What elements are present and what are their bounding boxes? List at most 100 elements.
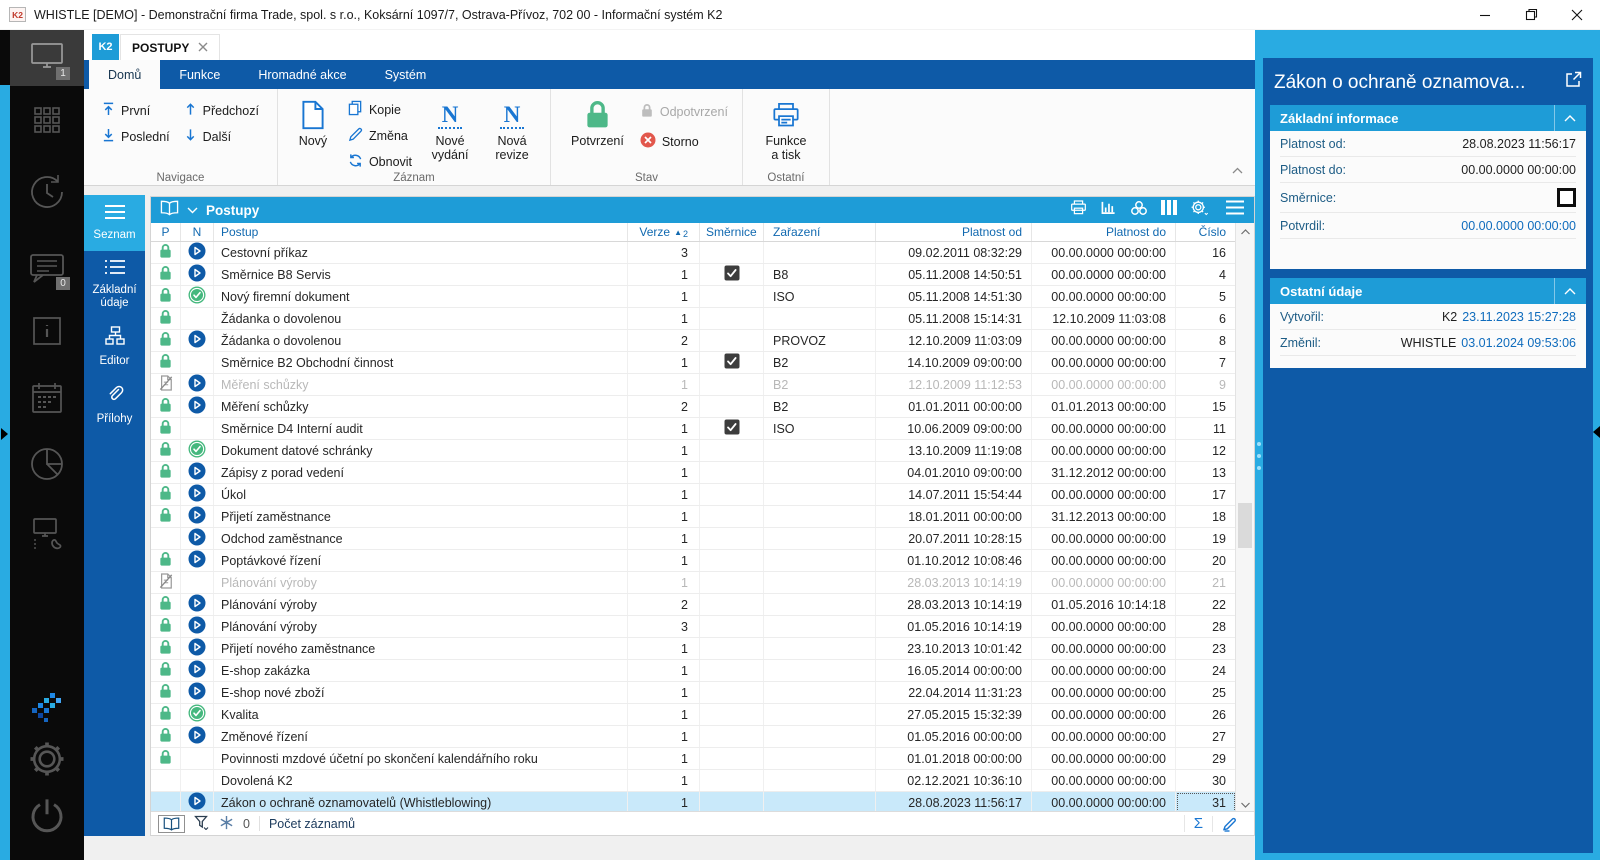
sum-button[interactable]: Σ	[1183, 815, 1212, 832]
column-header-n[interactable]: N	[181, 223, 214, 241]
column-header-platnost-od[interactable]: Platnost od	[876, 223, 1032, 241]
table-row[interactable]: Směrnice B2 Obchodní činnost 1 B2 14.10.200…	[151, 352, 1236, 374]
rail-item-reports[interactable]	[10, 442, 84, 490]
table-row[interactable]: Žádanka o dovolenou 2 PROVOZ 12.10.2009 11:…	[151, 330, 1236, 352]
ribbon-tab-domu[interactable]: Domů	[89, 60, 161, 89]
collapse-section-icon[interactable]	[1554, 105, 1576, 131]
column-header-smernice[interactable]: Směrnice	[700, 223, 764, 241]
column-header-platnost-do[interactable]: Platnost do	[1032, 223, 1176, 241]
new-button[interactable]: Nový	[288, 94, 338, 148]
collapse-section-icon[interactable]	[1554, 278, 1576, 304]
column-header-p[interactable]: P	[151, 223, 181, 241]
filter-icon[interactable]	[194, 815, 210, 833]
restore-button[interactable]	[1508, 0, 1554, 29]
rail-expand-arrow[interactable]	[1, 428, 8, 440]
close-button[interactable]	[1554, 0, 1600, 29]
edit-pencil-button[interactable]	[1212, 815, 1247, 832]
book-icon[interactable]	[160, 200, 179, 221]
rail-item-messages[interactable]: 0	[10, 246, 84, 296]
side-nav-prilohy[interactable]: Přílohy	[84, 376, 145, 434]
table-row[interactable]: Změnové řízení 1 01.05.2016 00:00:00 00.00.…	[151, 726, 1236, 748]
settings-gear-icon[interactable]	[1190, 200, 1209, 221]
confirm-button[interactable]: Potvrzení	[565, 94, 630, 148]
table-row[interactable]: Dokument datové schránky 1 13.10.2009 11:1…	[151, 440, 1236, 462]
cluster-icon[interactable]	[1130, 200, 1148, 221]
minimize-button[interactable]	[1462, 0, 1508, 29]
rail-item-desktop[interactable]: 1	[10, 30, 84, 86]
side-nav-editor[interactable]: Editor	[84, 318, 145, 376]
table-row[interactable]: Zápisy z porad vedení 1 04.01.2010 09:00:0…	[151, 462, 1236, 484]
new-issue-button[interactable]: N Nové vydání	[422, 94, 478, 163]
table-row[interactable]: Odchod zaměstnance 1 20.07.2011 10:28:15 00…	[151, 528, 1236, 550]
table-row[interactable]: Zákon o ochraně oznamovatelů (Whistleblo…	[151, 792, 1236, 813]
scrollbar-thumb[interactable]	[1238, 503, 1252, 548]
table-row[interactable]: Povinnosti mzdové účetní po skončení kal…	[151, 748, 1236, 770]
table-row[interactable]: Plánování výroby 1 28.03.2013 10:14:19 00.0…	[151, 572, 1236, 594]
ribbon-collapse-button[interactable]	[1232, 161, 1243, 179]
table-row[interactable]: Směrnice D4 Interní audit 1 ISO 10.06.2009 …	[151, 418, 1236, 440]
rail-item-calendar[interactable]	[10, 376, 84, 424]
table-row[interactable]: Nový firemní dokument 1 ISO 05.11.2008 14:5…	[151, 286, 1236, 308]
cell-verze: 1	[628, 682, 700, 703]
rail-item-history[interactable]	[10, 167, 84, 221]
table-row[interactable]: Dovolená K2 1 02.12.2021 10:36:10 00.00.000…	[151, 770, 1236, 792]
rail-item-remote-support[interactable]	[10, 509, 84, 563]
panel-collapse-arrow[interactable]	[1593, 426, 1600, 438]
change-button[interactable]: Změna	[344, 124, 416, 147]
table-row[interactable]: Měření schůzky 1 B2 12.10.2009 11:12:53 00.0…	[151, 374, 1236, 396]
first-button[interactable]: První	[98, 99, 174, 122]
side-nav-zakladni-udaje[interactable]: Základní údaje	[84, 251, 145, 318]
last-button[interactable]: Poslední	[98, 125, 174, 148]
columns-icon[interactable]	[1161, 200, 1177, 220]
vertical-scrollbar[interactable]	[1235, 223, 1254, 813]
table-row[interactable]: E-shop zakázka 1 16.05.2014 00:00:00 00.00.…	[151, 660, 1236, 682]
rail-item-modules[interactable]	[10, 98, 84, 146]
tab-close-icon[interactable]	[198, 41, 208, 55]
table-row[interactable]: Cestovní příkaz 3 09.02.2011 08:32:29 00.00…	[151, 242, 1236, 264]
rail-item-settings[interactable]	[10, 734, 84, 788]
print-icon[interactable]	[1070, 200, 1087, 220]
open-external-icon[interactable]	[1565, 71, 1582, 94]
table-row[interactable]: Přijetí nového zaměstnance 1 23.10.2013 10…	[151, 638, 1236, 660]
chevron-down-icon[interactable]	[187, 201, 198, 219]
cell-postup: Dovolená K2	[214, 770, 628, 791]
table-row[interactable]: Žádanka o dovolenou 1 05.11.2008 15:14:31 1…	[151, 308, 1236, 330]
functions-print-button[interactable]: Funkce a tisk	[755, 94, 817, 162]
column-header-zarazeni[interactable]: Zařazení	[764, 223, 876, 241]
table-row[interactable]: Plánování výroby 3 01.05.2016 10:14:19 00.0…	[151, 616, 1236, 638]
ribbon-tab-hromadne-akce[interactable]: Hromadné akce	[239, 60, 365, 89]
cancel-button[interactable]: Storno	[636, 130, 732, 153]
rail-item-info[interactable]	[10, 309, 84, 357]
tab-postupy[interactable]: POSTUPY	[120, 34, 221, 60]
rail-item-power[interactable]	[10, 792, 84, 844]
previous-button[interactable]: Předchozí	[180, 99, 263, 122]
copy-button[interactable]: Kopie	[344, 98, 416, 121]
splitter-handle[interactable]	[1257, 442, 1261, 470]
table-row[interactable]: Přijetí zaměstnance 1 18.01.2011 00:00:00 3…	[151, 506, 1236, 528]
ribbon-tab-system[interactable]: Systém	[366, 60, 446, 89]
column-header-postup[interactable]: Postup	[214, 223, 628, 241]
table-row[interactable]: Úkol 1 14.07.2011 15:54:44 00.00.0000 00:00…	[151, 484, 1236, 506]
smernice-checkbox[interactable]	[1557, 188, 1576, 207]
new-revision-button[interactable]: N Nová revize	[484, 94, 540, 163]
column-header-cislo[interactable]: Číslo	[1176, 223, 1236, 241]
rail-item-k2-logo[interactable]	[10, 688, 84, 730]
table-row[interactable]: Směrnice B8 Servis 1 B8 05.11.2008 14:50:51…	[151, 264, 1236, 286]
linked-records-icon[interactable]	[219, 815, 234, 833]
chart-icon[interactable]	[1100, 200, 1117, 220]
table-row[interactable]: Plánování výroby 2 28.03.2013 10:14:19 01.0…	[151, 594, 1236, 616]
tab-k2-home[interactable]: K2	[92, 34, 119, 60]
table-row[interactable]: Měření schůzky 2 B2 01.01.2011 00:00:00 01.0…	[151, 396, 1236, 418]
scroll-up-arrow[interactable]	[1236, 223, 1254, 240]
cell-cislo: 24	[1176, 660, 1236, 681]
next-button[interactable]: Další	[180, 125, 263, 148]
column-header-verze[interactable]: Verze ▲ 2	[628, 223, 700, 241]
refresh-button[interactable]: Obnovit	[344, 150, 416, 173]
table-row[interactable]: Kvalita 1 27.05.2015 15:32:39 00.00.0000 00…	[151, 704, 1236, 726]
menu-icon[interactable]	[1225, 200, 1245, 220]
table-row[interactable]: Poptávkové řízení 1 01.10.2012 10:08:46 00.…	[151, 550, 1236, 572]
table-row[interactable]: E-shop nové zboží 1 22.04.2014 11:31:23 00.…	[151, 682, 1236, 704]
side-nav-seznam[interactable]: Seznam	[84, 195, 145, 251]
ribbon-tab-funkce[interactable]: Funkce	[160, 60, 239, 89]
status-book-icon[interactable]	[158, 814, 185, 833]
